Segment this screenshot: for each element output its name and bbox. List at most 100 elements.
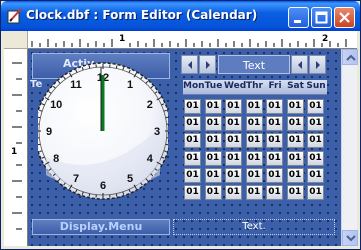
horizontal-ruler-ticks xyxy=(31,39,347,47)
calendar-prev-month-button[interactable] xyxy=(181,55,198,74)
calendar-day-cell[interactable]: 01 xyxy=(245,99,263,114)
calendar-day-cell[interactable]: 01 xyxy=(307,150,324,166)
text-control[interactable]: Text. xyxy=(173,219,335,235)
calendar-day-cell[interactable]: 01 xyxy=(225,167,242,183)
calendar-day-cell[interactable]: 01 xyxy=(286,150,304,166)
clock-hour-3: 3 xyxy=(154,126,160,138)
calendar-day-cell[interactable]: 01 xyxy=(225,116,242,132)
calendar-day-cell[interactable]: 01 xyxy=(204,167,222,183)
scroll-down-button[interactable] xyxy=(342,230,358,246)
title-bar[interactable]: Clock.dbf : Form Editor (Calendar) xyxy=(1,1,360,31)
calendar-day-cell[interactable]: 01 xyxy=(225,150,242,166)
clock-hour-5: 5 xyxy=(127,173,133,185)
calendar-day-cell[interactable]: 01 xyxy=(184,133,201,149)
calendar-day-cell[interactable]: 01 xyxy=(245,185,263,200)
clock-tick xyxy=(165,116,168,119)
calendar-day-cell[interactable]: 01 xyxy=(245,116,263,132)
calendar-next-year-button[interactable] xyxy=(309,55,326,74)
calendar-day-cell[interactable]: 01 xyxy=(286,99,304,114)
weekday-thr: Thr xyxy=(246,81,263,91)
calendar-day-cell[interactable]: 01 xyxy=(184,185,201,200)
clock-hour-8: 8 xyxy=(53,153,59,165)
calendar-day-cell[interactable]: 01 xyxy=(204,185,222,200)
calendar-day-cell[interactable]: 01 xyxy=(204,133,222,149)
calendar-day-cell[interactable]: 01 xyxy=(307,99,324,114)
calendar-day-cell[interactable]: 01 xyxy=(266,133,283,149)
weekday-sat: Sat xyxy=(287,81,304,91)
calendar-day-grid[interactable]: 01 01 01 01 01 01 01 01 01 01 01 01 01 01 01 01 01 01 01 01… xyxy=(183,99,327,229)
weekday-fri: Fri xyxy=(268,81,282,91)
weekday-wed: Wed xyxy=(224,81,247,91)
chevron-left-icon xyxy=(298,61,302,69)
calendar-day-cell[interactable]: 01 xyxy=(184,99,201,114)
ruler-corner xyxy=(4,31,28,49)
calendar-day-cell[interactable]: 01 xyxy=(204,150,222,166)
calendar-day-cell[interactable]: 01 xyxy=(307,116,324,132)
window-title: Clock.dbf : Form Editor (Calendar) xyxy=(26,8,258,22)
close-icon xyxy=(339,12,350,23)
calendar-day-cell[interactable]: 01 xyxy=(225,99,242,114)
calendar-weekday-row: Mon Tue Wed Thr Fri Sat Sun xyxy=(183,80,327,95)
calendar-day-cell[interactable]: 01 xyxy=(307,167,324,183)
chevron-down-icon xyxy=(346,235,356,242)
calendar-day-cell[interactable]: 01 xyxy=(266,99,283,114)
vertical-scrollbar[interactable] xyxy=(341,49,358,246)
form-design-canvas[interactable]: Activ Te 121234567891011 xyxy=(28,49,358,246)
scroll-up-button[interactable] xyxy=(342,49,358,65)
weekday-mon: Mon xyxy=(183,81,205,91)
calendar-day-cell[interactable]: 01 xyxy=(245,150,263,166)
chevron-left-icon xyxy=(188,61,192,69)
calendar-day-cell[interactable]: 01 xyxy=(204,99,222,114)
calendar-day-cell[interactable]: 01 xyxy=(184,167,201,183)
form-editor-pencil-icon xyxy=(7,8,22,24)
clock-hour-1: 1 xyxy=(127,79,133,91)
clock-tick xyxy=(88,193,91,197)
calendar-day-cell[interactable]: 01 xyxy=(266,185,283,200)
clock-tick xyxy=(165,143,168,146)
chevron-right-icon xyxy=(206,61,210,69)
calendar-day-cell[interactable]: 01 xyxy=(286,133,304,149)
clock-tick xyxy=(38,116,41,119)
calendar-day-cell[interactable]: 01 xyxy=(225,133,242,149)
calendar-day-cell[interactable]: 01 xyxy=(286,116,304,132)
calendar-next-month-button[interactable] xyxy=(199,55,216,74)
clock-hour-6: 6 xyxy=(100,180,106,192)
calendar-day-cell[interactable]: 01 xyxy=(266,116,283,132)
calendar-day-cell[interactable]: 01 xyxy=(184,116,201,132)
calendar-day-cell[interactable]: 01 xyxy=(225,185,242,200)
calendar-day-cell[interactable]: 01 xyxy=(245,167,263,183)
close-button[interactable] xyxy=(334,7,355,28)
calendar-prev-year-button[interactable] xyxy=(291,55,308,74)
calendar-day-cell[interactable]: 01 xyxy=(286,167,304,183)
calendar-day-cell[interactable]: 01 xyxy=(307,133,324,149)
chevron-up-icon xyxy=(346,54,356,61)
editor-client-area: 1 2 1 Activ Te 1 2 3 4 5 6 7 8 9 10 11 T… xyxy=(4,31,358,246)
calendar-month-text: Text xyxy=(218,55,290,74)
clock-hour-11: 11 xyxy=(70,79,82,91)
weekday-tue: Tue xyxy=(204,81,223,91)
analog-clock-control[interactable]: 121234567891011 xyxy=(38,57,168,207)
maximize-icon xyxy=(315,11,328,24)
horizontal-ruler[interactable]: 1 2 xyxy=(28,31,357,49)
clock-hour-7: 7 xyxy=(73,173,79,185)
ruler-label-2: 2 xyxy=(322,34,329,44)
weekday-sun: Sun xyxy=(306,81,326,91)
calendar-header: Text xyxy=(181,55,327,75)
calendar-day-cell[interactable]: 01 xyxy=(266,167,283,183)
maximize-button[interactable] xyxy=(311,7,332,28)
display-menu-control[interactable]: Display.Menu xyxy=(32,219,170,235)
ruler-label-1: 1 xyxy=(119,34,126,44)
calendar-day-cell[interactable]: 01 xyxy=(307,185,324,200)
calendar-day-cell[interactable]: 01 xyxy=(266,150,283,166)
chevron-right-icon xyxy=(316,61,320,69)
minimize-button[interactable] xyxy=(288,7,309,28)
clock-hour-4: 4 xyxy=(147,153,154,165)
clock-hour-9: 9 xyxy=(46,126,52,138)
clock-tick xyxy=(115,65,118,69)
calendar-day-cell[interactable]: 01 xyxy=(245,133,263,149)
calendar-day-cell[interactable]: 01 xyxy=(184,150,201,166)
vertical-ruler[interactable]: 1 xyxy=(4,49,28,246)
calendar-day-cell[interactable]: 01 xyxy=(286,185,304,200)
calendar-day-cell[interactable]: 01 xyxy=(204,116,222,132)
clock-tick xyxy=(88,65,91,69)
